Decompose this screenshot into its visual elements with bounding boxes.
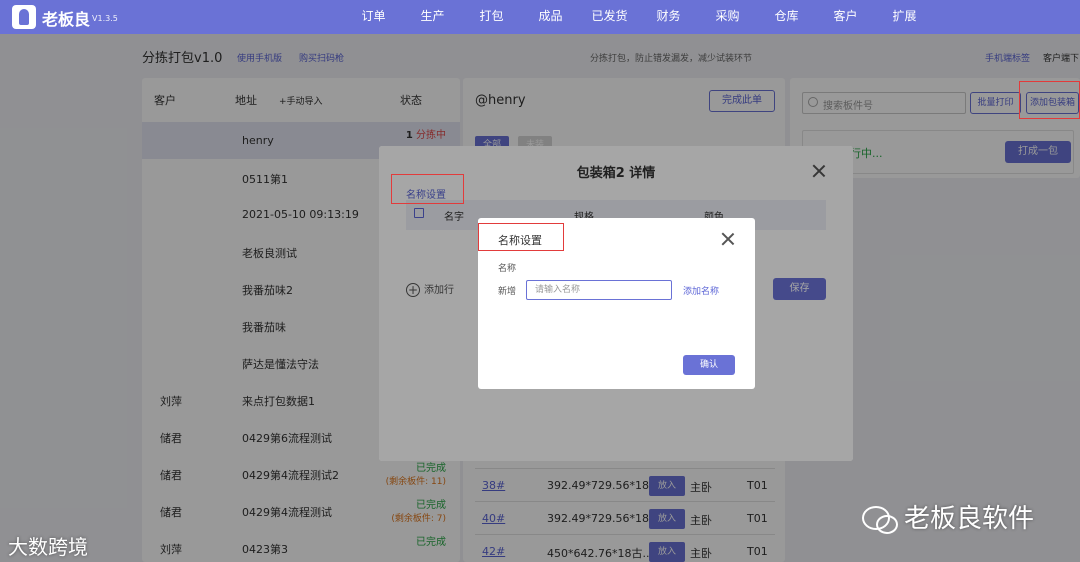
nav-item-packing[interactable]: 打包 bbox=[462, 0, 521, 34]
highlight-add-box bbox=[1019, 81, 1080, 119]
brand-logo-icon bbox=[12, 5, 36, 29]
close-icon[interactable] bbox=[721, 232, 735, 246]
nav-item-finance[interactable]: 财务 bbox=[639, 0, 698, 34]
nav-item-purchase[interactable]: 采购 bbox=[698, 0, 757, 34]
brand-name: 老板良 bbox=[42, 10, 91, 29]
new-label: 新增 bbox=[498, 287, 517, 297]
name-label: 名称 bbox=[498, 264, 517, 274]
highlight-dialog-title bbox=[478, 223, 564, 251]
wechat-icon bbox=[862, 505, 898, 534]
add-name-link[interactable]: 添加名称 bbox=[683, 284, 719, 297]
watermark-right: 老板良软件 bbox=[862, 498, 1034, 535]
app-version: V1.3.5 bbox=[92, 14, 118, 23]
name-input[interactable]: 请输入名称 bbox=[526, 280, 672, 300]
nav-item-production[interactable]: 生产 bbox=[403, 0, 462, 34]
watermark-left: 大数跨境 bbox=[8, 535, 88, 559]
confirm-button[interactable]: 确认 bbox=[683, 355, 735, 375]
nav-item-customers[interactable]: 客户 bbox=[816, 0, 875, 34]
nav-item-shipped[interactable]: 已发货 bbox=[580, 0, 639, 34]
nav-item-extensions[interactable]: 扩展 bbox=[875, 0, 934, 34]
nav-item-warehouse[interactable]: 仓库 bbox=[757, 0, 816, 34]
nav-item-orders[interactable]: 订单 bbox=[344, 0, 403, 34]
main-nav: 订单 生产 打包 成品 已发货 财务 采购 仓库 客户 扩展 bbox=[344, 0, 934, 34]
nav-item-finished[interactable]: 成品 bbox=[521, 0, 580, 34]
highlight-name-setting bbox=[391, 174, 464, 204]
top-navbar: 老板良 V1.3.5 订单 生产 打包 成品 已发货 财务 采购 仓库 客户 扩… bbox=[0, 0, 1080, 34]
